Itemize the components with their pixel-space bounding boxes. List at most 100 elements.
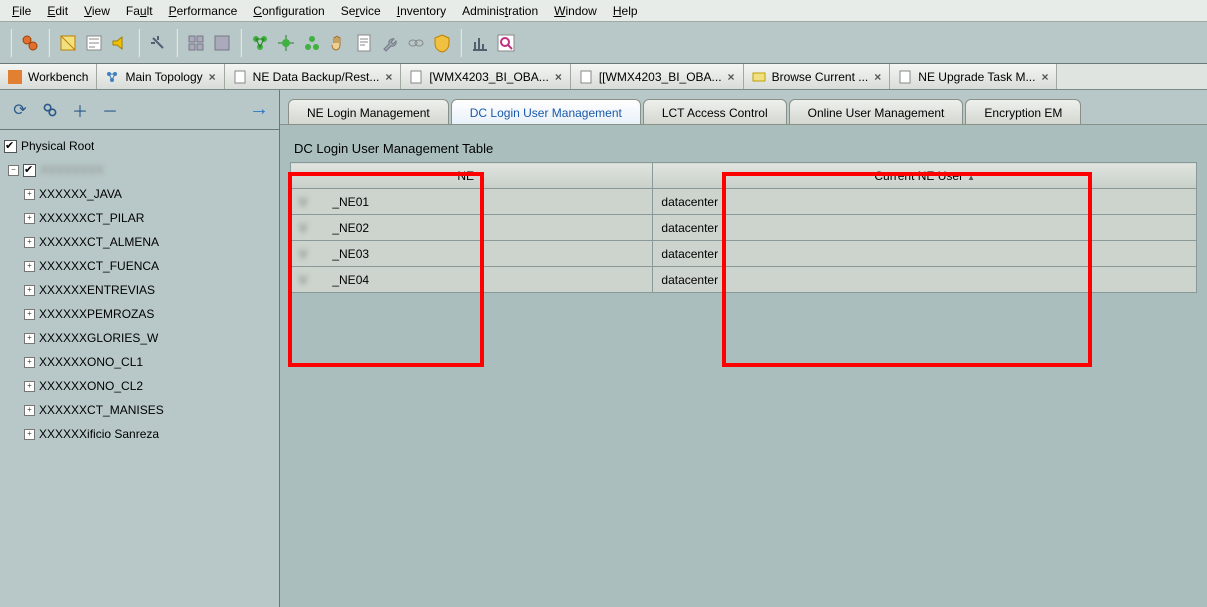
tab-close-icon[interactable]: × — [1041, 70, 1048, 84]
toolbar-btn-green3[interactable] — [300, 31, 324, 55]
tree-expander[interactable]: + — [24, 309, 35, 320]
menu-administration[interactable]: Administration — [454, 2, 546, 20]
tree-expander[interactable]: + — [24, 285, 35, 296]
sub-tab[interactable]: NE Login Management — [288, 99, 449, 124]
tree-expander[interactable]: + — [24, 213, 35, 224]
toolbar-btn-wrench[interactable] — [378, 31, 402, 55]
tab-close-icon[interactable]: × — [385, 70, 392, 84]
sub-tab[interactable]: Encryption EM — [965, 99, 1081, 124]
tree-item[interactable]: +XXXXXXCT_MANISES — [0, 398, 279, 422]
menu-window[interactable]: Window — [546, 2, 605, 20]
tree-item[interactable]: +XXXXXX_JAVA — [0, 182, 279, 206]
menu-performance[interactable]: Performance — [161, 2, 246, 20]
tab-label: Main Topology — [125, 70, 202, 84]
tree-expander[interactable]: + — [24, 429, 35, 440]
column-header-user[interactable]: Current NE User▲ — [653, 163, 1197, 189]
tree-item[interactable]: +XXXXXXENTREVIAS — [0, 278, 279, 302]
tree-item[interactable]: +XXXXXXONO_CL1 — [0, 350, 279, 374]
tab-icon — [8, 70, 22, 84]
toolbar-btn-sound[interactable] — [108, 31, 132, 55]
toolbar-btn-green2[interactable] — [274, 31, 298, 55]
tab-icon — [105, 70, 119, 84]
tree-expander[interactable]: + — [24, 357, 35, 368]
tree-root[interactable]: Physical Root — [0, 134, 279, 158]
tab-close-icon[interactable]: × — [874, 70, 881, 84]
tree-item[interactable]: +XXXXXXCT_FUENCA — [0, 254, 279, 278]
column-header-ne[interactable]: NE▲ — [291, 163, 653, 189]
tree-checkbox[interactable] — [23, 164, 36, 177]
toolbar-btn-grid2[interactable] — [210, 31, 234, 55]
toolbar-btn-green1[interactable] — [248, 31, 272, 55]
toolbar-btn-chart[interactable] — [468, 31, 492, 55]
toolbar-btn-hand[interactable] — [326, 31, 350, 55]
tab-close-icon[interactable]: × — [728, 70, 735, 84]
window-tab[interactable]: Workbench — [0, 64, 97, 89]
tree-root-label: Physical Root — [21, 139, 94, 153]
window-tab[interactable]: [WMX4203_BI_OBA...× — [401, 64, 570, 89]
menu-inventory[interactable]: Inventory — [389, 2, 454, 20]
table-row[interactable]: V _NE03datacenter — [291, 241, 1197, 267]
toolbar-separator — [176, 29, 178, 57]
toolbar-btn-grid1[interactable] — [184, 31, 208, 55]
toolbar-btn-doc[interactable] — [352, 31, 376, 55]
right-pane: NE Login ManagementDC Login User Managem… — [280, 90, 1207, 607]
tree-view: Physical Root − XXXXXXXX +XXXXXX_JAVA+XX… — [0, 130, 279, 607]
tab-close-icon[interactable]: × — [555, 70, 562, 84]
sub-tab[interactable]: DC Login User Management — [451, 99, 641, 124]
cell-ne: V _NE01 — [291, 189, 653, 215]
menu-file[interactable]: File — [4, 2, 39, 20]
window-tab[interactable]: NE Upgrade Task M...× — [890, 64, 1057, 89]
menu-view[interactable]: View — [76, 2, 118, 20]
expand-icon[interactable]: ＋ — [70, 100, 90, 120]
tree-item[interactable]: +XXXXXXGLORIES_W — [0, 326, 279, 350]
tree-expander[interactable]: + — [24, 189, 35, 200]
tree-item[interactable]: +XXXXXXCT_PILAR — [0, 206, 279, 230]
table-row[interactable]: V _NE04datacenter — [291, 267, 1197, 293]
menu-fault[interactable]: Fault — [118, 2, 161, 20]
cell-user: datacenter — [653, 189, 1197, 215]
toolbar-btn-shield[interactable] — [430, 31, 454, 55]
tab-close-icon[interactable]: × — [209, 70, 216, 84]
forward-arrow-icon[interactable]: → — [249, 100, 269, 120]
cell-user: datacenter — [653, 241, 1197, 267]
toolbar-btn-link[interactable] — [404, 31, 428, 55]
tree-expander[interactable]: + — [24, 381, 35, 392]
toolbar-separator — [48, 29, 50, 57]
table-row[interactable]: V _NE02datacenter — [291, 215, 1197, 241]
menu-edit[interactable]: Edit — [39, 2, 76, 20]
tree-expander[interactable]: + — [24, 333, 35, 344]
menu-service[interactable]: Service — [333, 2, 389, 20]
tree-checkbox[interactable] — [4, 140, 17, 153]
tree-group-label: XXXXXXXX — [40, 163, 104, 177]
sub-tab[interactable]: Online User Management — [789, 99, 964, 124]
tree-expander[interactable]: + — [24, 237, 35, 248]
tree-expander[interactable]: + — [24, 405, 35, 416]
menu-help[interactable]: Help — [605, 2, 646, 20]
menu-configuration[interactable]: Configuration — [245, 2, 332, 20]
window-tab[interactable]: Browse Current ...× — [744, 64, 891, 89]
toolbar-btn-3[interactable] — [82, 31, 106, 55]
refresh-icon[interactable]: ⟳ — [10, 100, 30, 120]
toolbar-btn-5[interactable] — [146, 31, 170, 55]
window-tab[interactable]: Main Topology × — [97, 64, 224, 89]
tree-expander[interactable]: + — [24, 261, 35, 272]
toolbar-btn-2[interactable] — [56, 31, 80, 55]
tab-label: Workbench — [28, 70, 88, 84]
window-tab[interactable]: NE Data Backup/Rest...× — [225, 64, 402, 89]
tab-icon — [233, 70, 247, 84]
tree-item[interactable]: +XXXXXXONO_CL2 — [0, 374, 279, 398]
table-row[interactable]: V _NE01datacenter — [291, 189, 1197, 215]
find-icon[interactable] — [40, 100, 60, 120]
toolbar-btn-1[interactable] — [18, 31, 42, 55]
left-pane: ⟳ ＋ － → Physical Root − XXXXXXXX +XXXXXX… — [0, 90, 280, 607]
tree-group[interactable]: − XXXXXXXX — [0, 158, 279, 182]
tree-item[interactable]: +XXXXXXCT_ALMENA — [0, 230, 279, 254]
tab-icon — [579, 70, 593, 84]
tree-item[interactable]: +XXXXXXPEMROZAS — [0, 302, 279, 326]
tree-expander[interactable]: − — [8, 165, 19, 176]
window-tab[interactable]: [[WMX4203_BI_OBA...× — [571, 64, 744, 89]
tree-item[interactable]: +XXXXXXificio Sanreza — [0, 422, 279, 446]
toolbar-btn-search[interactable] — [494, 31, 518, 55]
collapse-icon[interactable]: － — [100, 100, 120, 120]
sub-tab[interactable]: LCT Access Control — [643, 99, 787, 124]
